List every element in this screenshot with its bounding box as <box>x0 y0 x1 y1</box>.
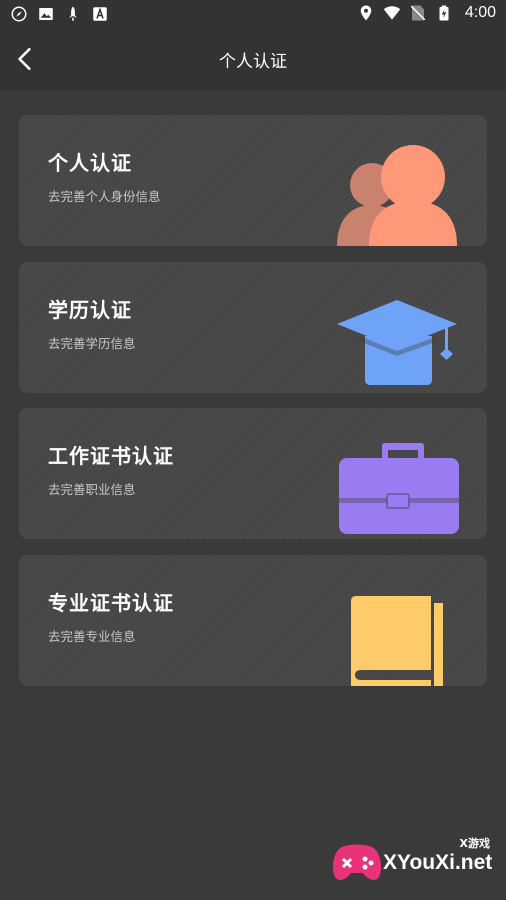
card-education-verification[interactable]: 学历认证 去完善学历信息 <box>19 262 487 393</box>
font-icon <box>93 7 107 21</box>
book-icon <box>351 596 443 686</box>
card-professional-certificate-verification[interactable]: 专业证书认证 去完善专业信息 <box>19 555 487 686</box>
card-personal-verification[interactable]: 个人认证 去完善个人身份信息 <box>19 115 487 246</box>
status-bar: 4:00 <box>0 0 506 28</box>
card-subtitle: 去完善学历信息 <box>48 336 136 351</box>
card-work-certificate-verification[interactable]: 工作证书认证 去完善职业信息 <box>19 408 487 539</box>
app-bar: 个人认证 <box>0 28 506 90</box>
graduation-cap-icon <box>337 300 457 385</box>
rocket-icon <box>69 6 77 21</box>
card-subtitle: 去完善专业信息 <box>48 629 136 644</box>
card-title: 学历认证 <box>48 298 132 322</box>
gamepad-logo-icon <box>332 844 382 880</box>
sim-off-icon <box>410 5 426 21</box>
status-time: 4:00 <box>464 4 496 21</box>
people-icon <box>337 145 457 246</box>
watermark: X游戏 XYouXi.net <box>331 835 496 890</box>
page-title: 个人认证 <box>219 52 287 72</box>
battery-charging-icon <box>439 5 449 21</box>
wifi-icon <box>383 6 401 20</box>
compass-icon <box>11 6 27 22</box>
briefcase-icon <box>339 443 459 534</box>
location-icon <box>360 5 372 21</box>
watermark-text: XYouXi.net <box>383 851 493 874</box>
card-subtitle: 去完善职业信息 <box>48 482 136 497</box>
status-left-icons <box>10 5 109 23</box>
watermark-small-text: X游戏 <box>459 837 490 850</box>
image-icon <box>39 8 53 20</box>
card-subtitle: 去完善个人身份信息 <box>48 189 161 204</box>
card-title: 个人认证 <box>48 151 132 175</box>
card-title: 专业证书认证 <box>48 591 174 615</box>
status-right-icons: 4:00 <box>357 4 496 22</box>
card-title: 工作证书认证 <box>48 444 174 468</box>
